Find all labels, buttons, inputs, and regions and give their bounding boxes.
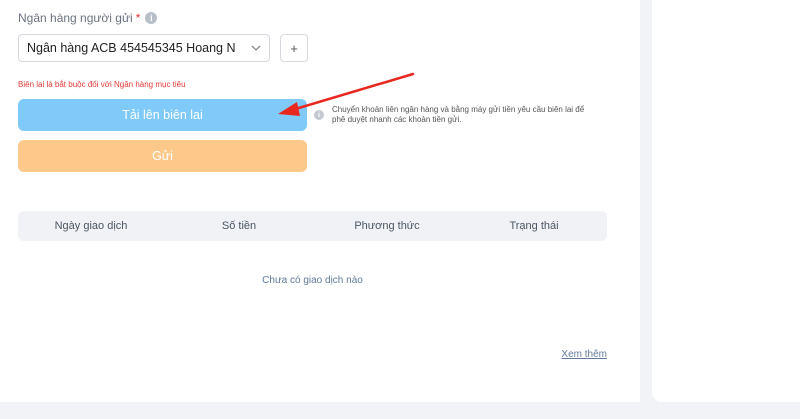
empty-transactions-message: Chưa có giao dịch nào (262, 275, 363, 286)
transactions-table-header: Ngày giao dịch Số tiền Phương thức Trạng… (18, 211, 607, 241)
required-mark: * (135, 11, 141, 25)
sender-bank-select[interactable]: Ngân hàng ACB 454545345 Hoang N (18, 34, 270, 62)
column-header-status: Trạng thái (509, 220, 559, 232)
column-header-date: Ngày giao dịch (54, 220, 128, 232)
plus-icon: + (290, 40, 298, 56)
info-icon: i (314, 110, 324, 120)
deposit-form-panel: Ngân hàng người gửi * i Ngân hàng ACB 45… (0, 0, 640, 402)
column-header-method: Phương thức (354, 220, 420, 232)
sender-bank-label: Ngân hàng người gửi * i (18, 11, 158, 25)
chevron-down-icon (249, 41, 263, 55)
selected-bank-value: Ngân hàng ACB 454545345 Hoang N (27, 41, 236, 55)
receipt-required-error: Biên lai là bắt buộc đối với Ngân hàng m… (18, 80, 186, 89)
add-bank-button[interactable]: + (280, 34, 308, 62)
upload-receipt-button[interactable]: Tải lên biên lai (18, 99, 307, 131)
upload-hint-text: Chuyển khoản liên ngân hàng và bằng máy … (332, 105, 585, 124)
view-more-link[interactable]: Xem thêm (561, 349, 607, 360)
right-side-panel (652, 0, 800, 402)
column-header-amount: Số tiền (221, 220, 257, 232)
sender-bank-label-text: Ngân hàng người gửi (18, 11, 133, 25)
submit-button[interactable]: Gửi (18, 140, 307, 172)
info-icon[interactable]: i (145, 12, 158, 24)
